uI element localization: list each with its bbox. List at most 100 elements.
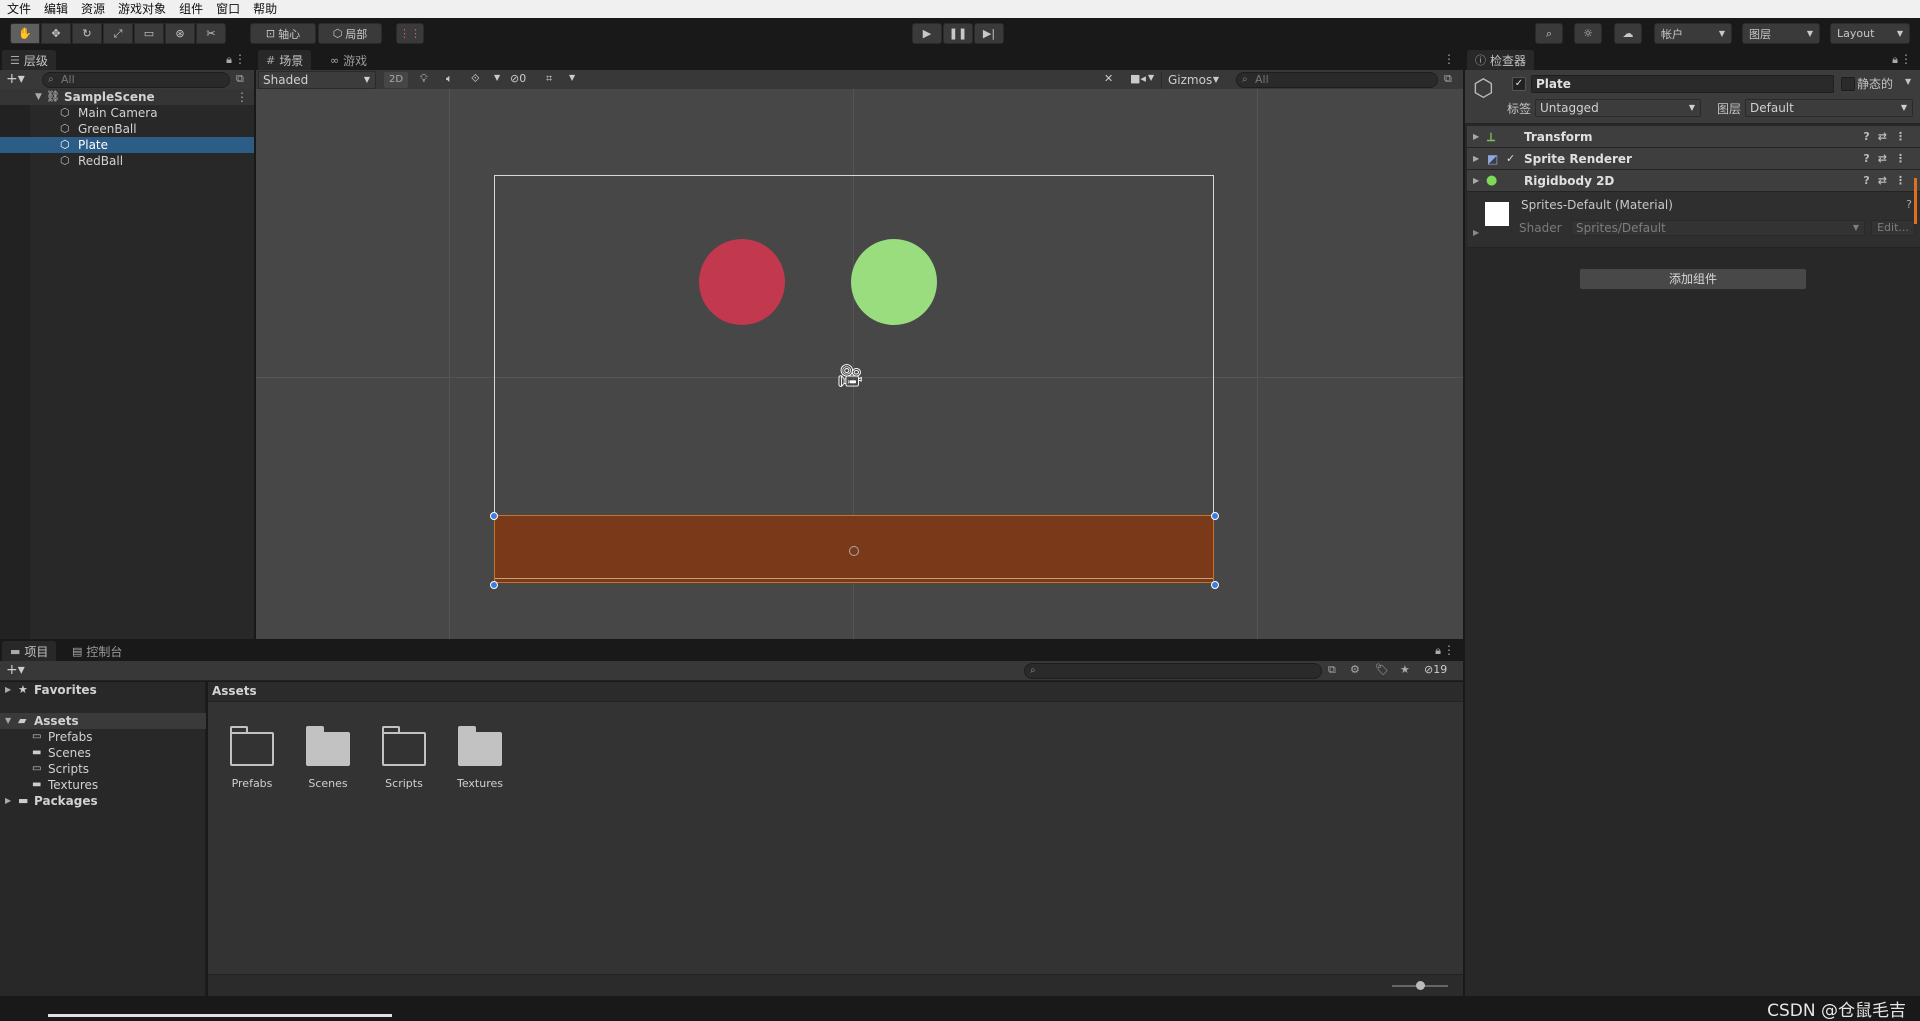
cloud-button[interactable]: ☁ [1614, 23, 1642, 44]
kebab-menu-icon[interactable]: ⋮ [1443, 52, 1455, 66]
chevron-down-icon[interactable]: ▼ [1148, 73, 1154, 82]
move-tool-button[interactable]: ✥ [41, 23, 71, 44]
folder-scripts-label[interactable]: Scripts [366, 777, 442, 790]
rect-tool-button[interactable]: ▭ [134, 23, 164, 44]
menu-window[interactable]: 窗口 [209, 0, 246, 18]
rect-handle-top-right[interactable] [1211, 512, 1219, 520]
foldout-closed-icon[interactable]: ▶ [1473, 126, 1479, 148]
star-icon[interactable]: ★ [1400, 663, 1410, 676]
chevron-down-icon[interactable]: ▼ [494, 73, 500, 82]
filter-by-type-icon[interactable]: ⚙ [1350, 663, 1360, 676]
help-icon[interactable]: ? [1906, 198, 1912, 211]
scale-tool-button[interactable]: ⤢ [103, 23, 133, 44]
menu-component[interactable]: 组件 [172, 0, 209, 18]
shader-edit-button[interactable]: Edit... [1871, 220, 1915, 236]
lock-icon[interactable]: 🔒︎ [226, 53, 232, 67]
tab-game[interactable]: ∞ 游戏 [322, 50, 376, 70]
tree-item-favorites[interactable]: ▶ ★ Favorites [0, 682, 206, 698]
foldout-closed-icon[interactable]: ▶ [1473, 170, 1479, 192]
hidden-packages-toggle[interactable]: ⊘19 [1424, 663, 1447, 676]
search-filter-icon[interactable]: ⧉ [236, 72, 244, 86]
component-sprite-renderer[interactable]: ▶ ◩ ✓ Sprite Renderer ?⇄⋮ [1467, 148, 1920, 170]
scene-search-input[interactable]: ⌕ All [1236, 72, 1438, 88]
tab-console[interactable]: ▤ 控制台 [64, 641, 131, 661]
custom-tool-button[interactable]: ✂ [196, 23, 226, 44]
rect-handle-top-left[interactable] [490, 512, 498, 520]
menu-file[interactable]: 文件 [0, 0, 37, 18]
lock-icon[interactable]: 🔒︎ [1435, 644, 1441, 658]
tab-project[interactable]: ▬ 项目 [2, 641, 57, 661]
object-name-field[interactable]: Plate [1531, 75, 1834, 93]
tree-item-textures[interactable]: ▬ Textures [0, 777, 206, 793]
tag-dropdown[interactable]: Untagged ▼ [1535, 99, 1701, 117]
icon-size-slider-thumb[interactable] [1416, 981, 1425, 990]
kebab-menu-icon[interactable]: ⋮ [1443, 643, 1455, 657]
layer-dropdown[interactable]: Default ▼ [1745, 99, 1913, 117]
tree-item-scripts[interactable]: ▭ Scripts [0, 761, 206, 777]
transform-tool-button[interactable]: ⊛ [165, 23, 195, 44]
pause-button[interactable]: ❚❚ [943, 23, 973, 44]
menu-assets[interactable]: 资源 [74, 0, 111, 18]
kebab-menu-icon[interactable]: ⋮ [1900, 52, 1912, 66]
search-filter-icon[interactable]: ⧉ [1444, 72, 1452, 86]
folder-prefabs-icon[interactable] [230, 726, 274, 766]
layers-dropdown[interactable]: 图层 ▼ [1742, 23, 1820, 44]
component-header-icons[interactable]: ?⇄⋮ [1863, 148, 1914, 170]
rotate-tool-button[interactable]: ↻ [72, 23, 102, 44]
component-rigidbody-2d[interactable]: ▶ ● Rigidbody 2D ?⇄⋮ [1467, 170, 1920, 192]
camera-gizmo-icon[interactable]: 🎥︎ [836, 364, 864, 389]
foldout-closed-icon[interactable]: ▶ [1473, 148, 1479, 170]
hand-tool-button[interactable]: ✋ [10, 23, 40, 44]
grid-visibility-icon[interactable]: ⌗ [546, 72, 552, 86]
tab-inspector[interactable]: ⓘ 检查器 [1467, 50, 1535, 70]
rect-handle-bottom-right[interactable] [1211, 581, 1219, 589]
hidden-objects-toggle[interactable]: ⊘0 [510, 72, 538, 88]
tab-hierarchy[interactable]: ☰ 层级 [2, 50, 56, 70]
folder-textures-label[interactable]: Textures [442, 777, 518, 790]
local-toggle-button[interactable]: ⬡ 局部 [318, 23, 382, 44]
folder-scenes-icon[interactable] [306, 726, 350, 766]
add-icon[interactable]: +▾ [6, 662, 25, 678]
shading-mode-dropdown[interactable]: Shaded ▼ [258, 71, 376, 89]
add-component-button[interactable]: 添加组件 [1579, 268, 1807, 290]
lock-icon[interactable]: 🔒︎ [1892, 53, 1898, 67]
play-button[interactable]: ▶ [912, 23, 942, 44]
account-dropdown[interactable]: 帐户 ▼ [1654, 23, 1732, 44]
folder-textures-icon[interactable] [458, 726, 502, 766]
tree-item-scenes[interactable]: ▬ Scenes [0, 745, 206, 761]
hierarchy-search-input[interactable]: ⌕ All [42, 72, 230, 88]
active-checkbox[interactable]: ✓ [1512, 77, 1526, 91]
menu-help[interactable]: 帮助 [246, 0, 283, 18]
search-filter-icon[interactable]: ⧉ [1328, 663, 1336, 677]
lighting-icon[interactable]: 💡︎ [420, 72, 428, 86]
foldout-open-icon[interactable]: ▼ [35, 89, 42, 105]
project-search-input[interactable]: ⌕ [1024, 663, 1322, 679]
tree-item-packages[interactable]: ▶ ▬ Packages [0, 793, 206, 809]
breadcrumb-assets[interactable]: Assets [212, 684, 257, 698]
grid-snap-button[interactable]: ⋮⋮ [396, 23, 424, 44]
audio-icon[interactable]: 🔈︎ [446, 72, 453, 86]
component-transform[interactable]: ▶ ⟂ Transform ?⇄⋮ [1467, 126, 1920, 148]
static-checkbox[interactable] [1841, 77, 1855, 91]
tree-item-prefabs[interactable]: ▭ Prefabs [0, 729, 206, 745]
component-header-icons[interactable]: ?⇄⋮ [1863, 170, 1914, 192]
folder-prefabs-label[interactable]: Prefabs [214, 777, 290, 790]
kebab-menu-icon[interactable]: ⋮ [236, 89, 248, 105]
menu-gameobject[interactable]: 游戏对象 [111, 0, 172, 18]
component-header-icons[interactable]: ?⇄⋮ [1863, 126, 1914, 148]
foldout-closed-icon[interactable]: ▶ [1473, 228, 1479, 237]
scene-row[interactable]: ▼ ⛓︎ SampleScene ⋮ [0, 89, 254, 105]
folder-scripts-icon[interactable] [382, 726, 426, 766]
2d-toggle-button[interactable]: 2D [384, 72, 408, 88]
add-icon[interactable]: +▾ [6, 71, 25, 87]
gizmos-dropdown[interactable]: Gizmos ▼ [1161, 71, 1223, 89]
hierarchy-item-redball[interactable]: ⬡ RedBall [0, 153, 254, 169]
chevron-down-icon[interactable]: ▼ [569, 73, 575, 82]
search-button[interactable]: ⌕ [1535, 23, 1563, 44]
foldout-open-icon[interactable]: ▼ [5, 713, 11, 729]
tools-icon[interactable]: ✕ [1104, 72, 1113, 85]
step-button[interactable]: ▶| [974, 23, 1004, 44]
hierarchy-item-plate[interactable]: ⬡ Plate [0, 137, 254, 153]
effects-icon[interactable]: ⟐ [471, 72, 480, 86]
material-preview-swatch[interactable] [1485, 202, 1509, 226]
